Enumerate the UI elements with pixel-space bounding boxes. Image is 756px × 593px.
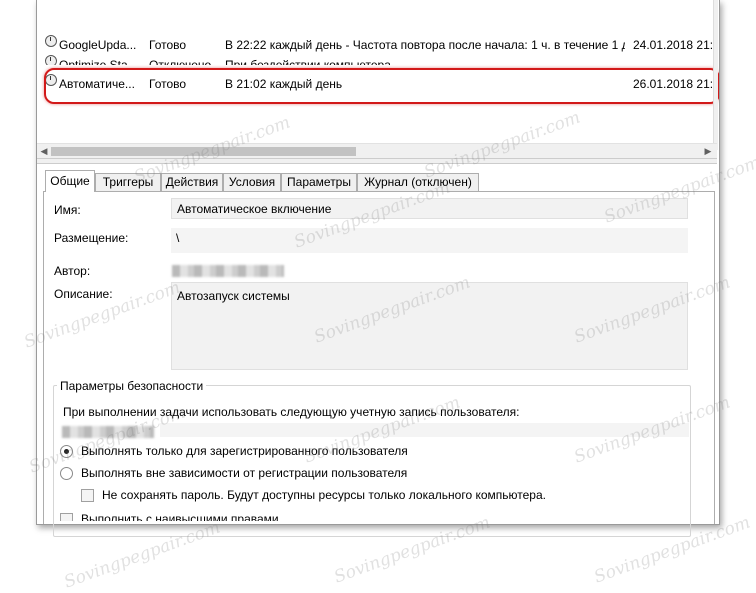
selection-highlight — [44, 68, 719, 104]
checkbox-no-password[interactable] — [81, 489, 94, 502]
task-row[interactable]: Optimize Sta... Отключено При бездействи… — [43, 55, 713, 65]
description-label: Описание: — [54, 287, 113, 301]
task-row[interactable]: GoogleUpda... Готово В 22:22 каждый день… — [43, 35, 715, 55]
scroll-left-icon[interactable]: ◀ — [37, 144, 51, 159]
location-label: Размещение: — [54, 231, 129, 245]
description-field[interactable]: Автозапуск системы — [171, 282, 688, 370]
author-redacted — [172, 265, 284, 277]
clipped-row: Выполнить с наивысшими правами — [54, 512, 674, 521]
tab-triggers[interactable]: Триггеры — [95, 173, 161, 191]
checkbox-no-password-label: Не сохранять пароль. Будут доступны ресу… — [102, 488, 546, 502]
radio-any-user-label: Выполнять вне зависимости от регистрации… — [81, 466, 408, 480]
tab-actions[interactable]: Действия — [161, 173, 223, 191]
checkbox-highest-privileges[interactable] — [60, 513, 73, 521]
pane-splitter[interactable] — [37, 158, 717, 164]
location-field[interactable]: \ — [171, 228, 688, 253]
scroll-thumb[interactable] — [51, 147, 356, 156]
tab-history[interactable]: Журнал (отключен) — [357, 173, 479, 191]
account-field — [160, 423, 689, 437]
tab-general[interactable]: Общие — [45, 170, 95, 192]
task-status: Готово — [149, 38, 187, 52]
task-name: Optimize Sta... — [59, 58, 138, 65]
name-label: Имя: — [54, 203, 81, 217]
checkbox-highest-label: Выполнить с наивысшими правами — [81, 512, 279, 521]
task-status: Отключено — [149, 58, 212, 65]
scroll-right-icon[interactable]: ▶ — [701, 144, 715, 159]
task-list: GoogleUpda... Готово В 22:22 каждый день… — [37, 0, 719, 159]
tab-conditions[interactable]: Условия — [223, 173, 281, 191]
tab-settings[interactable]: Параметры — [281, 173, 357, 191]
radio-any-user[interactable] — [60, 467, 73, 480]
security-group-title: Параметры безопасности — [57, 379, 207, 393]
task-trigger: При бездействии компьютера — [225, 58, 391, 65]
account-prompt: При выполнении задачи использовать следу… — [63, 405, 520, 419]
name-field[interactable]: Автоматическое включение — [171, 198, 688, 219]
task-trigger: В 22:22 каждый день - Частота повтора по… — [225, 38, 625, 52]
author-label: Автор: — [54, 264, 91, 278]
account-redacted — [62, 426, 154, 438]
clock-icon — [45, 35, 57, 47]
radio-logged-on-only[interactable] — [60, 445, 73, 458]
tasklist-vertical-scrollbar[interactable] — [713, 0, 718, 150]
clock-icon — [45, 55, 57, 65]
tasklist-horizontal-scrollbar[interactable]: ◀ ▶ — [37, 143, 717, 159]
radio-logged-on-label: Выполнять только для зарегистрированного… — [81, 444, 408, 458]
task-name: GoogleUpda... — [59, 38, 137, 52]
task-next-run: 24.01.2018 21:22 — [633, 38, 715, 52]
